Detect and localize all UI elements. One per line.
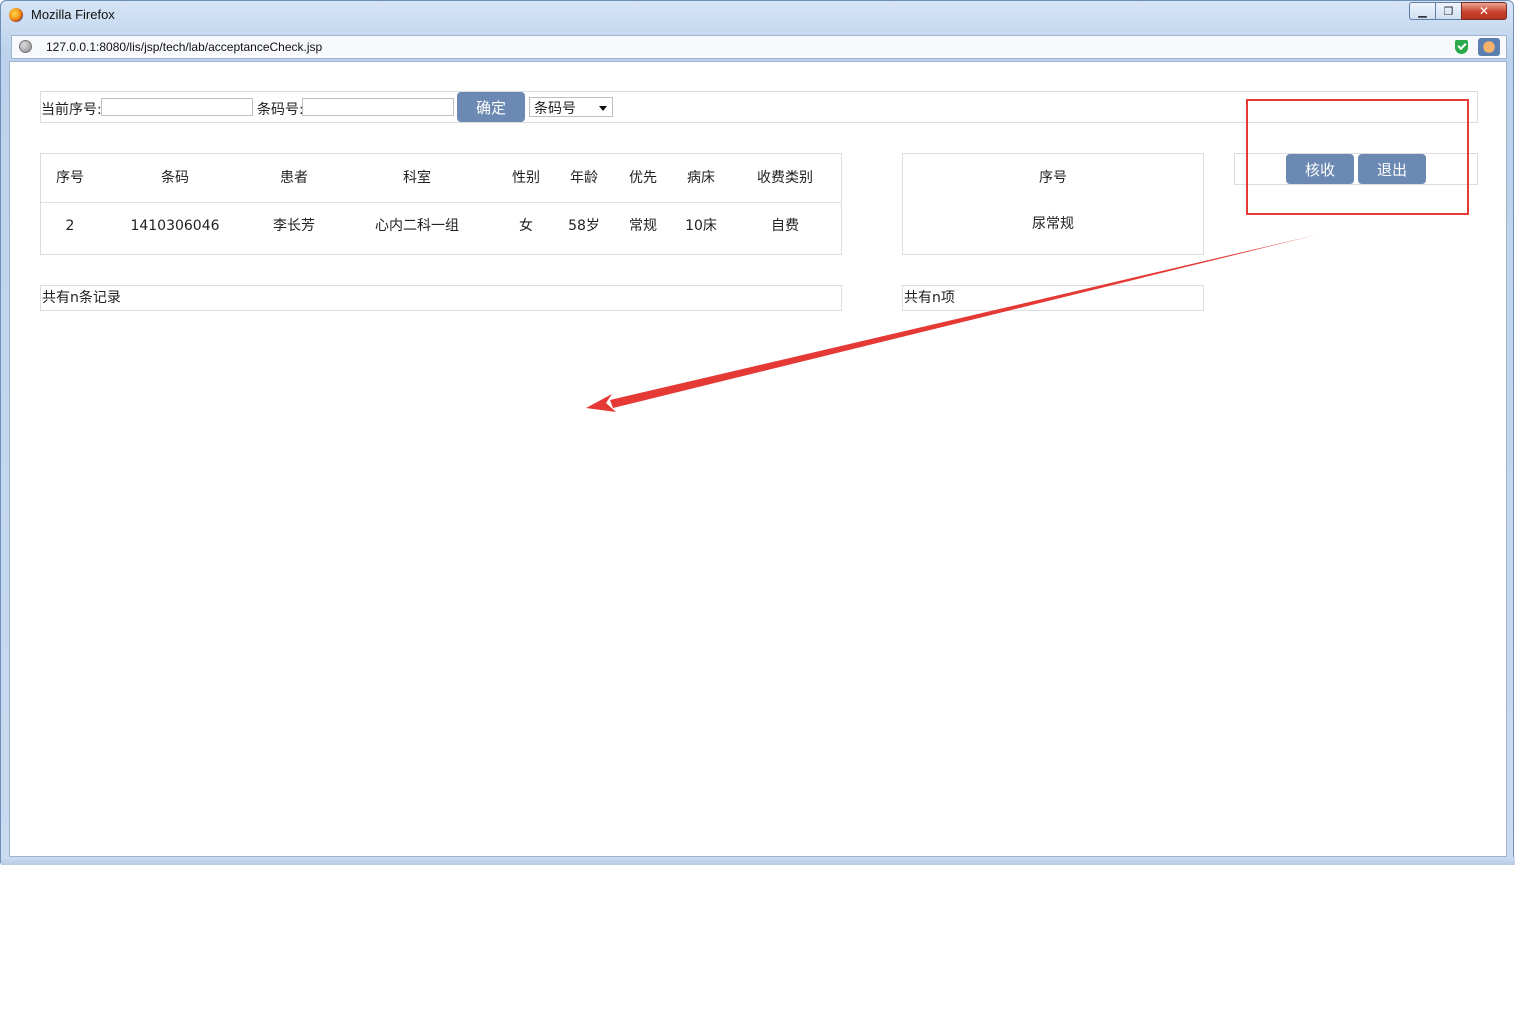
window-title: Mozilla Firefox bbox=[31, 7, 115, 22]
col-item-seq: 序号 bbox=[1039, 170, 1067, 186]
cell-barcode: 1410306046 bbox=[130, 218, 220, 234]
shield-icon[interactable] bbox=[1455, 40, 1468, 54]
barcode-label: 条码号: bbox=[257, 102, 304, 118]
globe-icon bbox=[19, 40, 32, 53]
cell-fee-type: 自费 bbox=[771, 218, 799, 234]
search-mode-value: 条码号 bbox=[534, 101, 576, 117]
window-controls: ▁ ❐ ✕ bbox=[1409, 2, 1507, 20]
cell-sex: 女 bbox=[519, 218, 533, 234]
annotation-highlight-box bbox=[1246, 99, 1469, 215]
addon-icon[interactable] bbox=[1478, 38, 1500, 56]
confirm-button[interactable]: 确定 bbox=[457, 92, 525, 122]
patients-table: 序号 条码 患者 科室 性别 年龄 优先 病床 收费类别 2 141030604… bbox=[40, 153, 842, 255]
chevron-down-icon bbox=[599, 106, 607, 111]
col-seq: 序号 bbox=[56, 170, 84, 186]
current-seq-input[interactable] bbox=[101, 98, 253, 116]
col-fee-type: 收费类别 bbox=[757, 170, 813, 186]
firefox-icon bbox=[9, 8, 23, 22]
cell-age: 58岁 bbox=[568, 218, 600, 234]
cell-seq: 2 bbox=[65, 218, 75, 234]
cell-patient: 李长芳 bbox=[273, 218, 315, 234]
col-age: 年龄 bbox=[570, 170, 598, 186]
patients-table-header: 序号 条码 患者 科室 性别 年龄 优先 病床 收费类别 bbox=[41, 154, 841, 203]
col-sex: 性别 bbox=[512, 170, 540, 186]
current-seq-label: 当前序号: bbox=[41, 102, 102, 118]
patients-count: 共有n条记录 bbox=[40, 285, 842, 311]
address-bar[interactable]: 127.0.0.1:8080/lis/jsp/tech/lab/acceptan… bbox=[11, 35, 1507, 59]
search-mode-select[interactable]: 条码号 bbox=[529, 97, 613, 117]
minimize-button[interactable]: ▁ bbox=[1409, 2, 1435, 20]
items-table-header: 序号 bbox=[903, 154, 1203, 202]
cell-item-name: 尿常规 bbox=[1032, 216, 1074, 232]
items-table: 序号 尿常规 bbox=[902, 153, 1204, 255]
title-bar: Mozilla Firefox ▁ ❐ ✕ bbox=[1, 1, 1513, 31]
col-bed: 病床 bbox=[687, 170, 715, 186]
restore-button[interactable]: ❐ bbox=[1435, 2, 1461, 20]
cell-bed: 10床 bbox=[685, 218, 717, 234]
col-patient: 患者 bbox=[280, 170, 308, 186]
status-strip bbox=[1, 857, 1515, 865]
table-row[interactable]: 2 1410306046 李长芳 心内二科一组 女 58岁 常规 10床 自费 bbox=[41, 202, 841, 250]
items-count: 共有n项 bbox=[902, 285, 1204, 311]
close-button[interactable]: ✕ bbox=[1461, 2, 1507, 20]
cell-department: 心内二科一组 bbox=[375, 218, 459, 234]
col-department: 科室 bbox=[403, 170, 431, 186]
browser-window: Mozilla Firefox ▁ ❐ ✕ 127.0.0.1:8080/lis… bbox=[0, 0, 1515, 865]
barcode-input[interactable] bbox=[302, 98, 454, 116]
cell-priority: 常规 bbox=[629, 218, 657, 234]
col-barcode: 条码 bbox=[161, 170, 189, 186]
page-content: 当前序号: 条码号: 确定 条码号 序号 条码 患者 科室 性别 年龄 优先 病… bbox=[9, 61, 1507, 857]
col-priority: 优先 bbox=[629, 170, 657, 186]
list-item[interactable]: 尿常规 bbox=[903, 200, 1203, 248]
url-text[interactable]: 127.0.0.1:8080/lis/jsp/tech/lab/acceptan… bbox=[46, 40, 322, 54]
